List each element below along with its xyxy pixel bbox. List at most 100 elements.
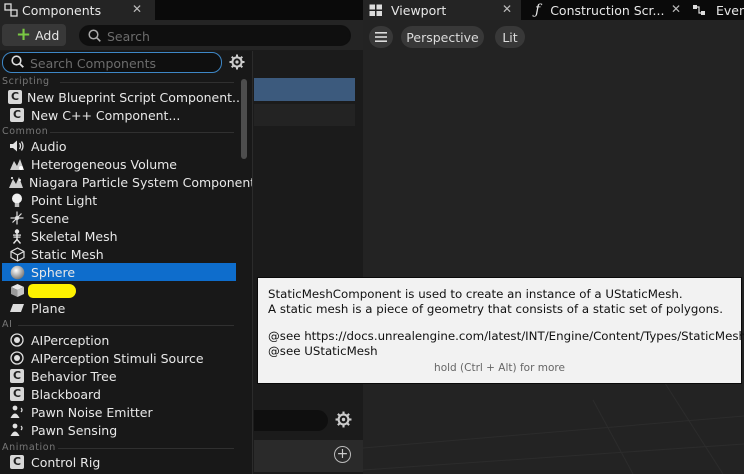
list-item-aiperception-stimuli[interactable]: AIPerception Stimuli Source: [2, 349, 236, 367]
pawn-icon: [8, 404, 26, 420]
list-item-scene[interactable]: Scene: [2, 209, 236, 227]
list-item-label: Audio: [31, 138, 67, 154]
lightbulb-icon: [8, 192, 26, 208]
tab-viewport-label: Viewport: [391, 2, 447, 18]
redaction-highlight: [28, 284, 76, 298]
c-class-icon: C: [8, 386, 26, 402]
section-header-animation: Animation: [2, 442, 56, 453]
list-item-label: Static Mesh: [31, 246, 104, 262]
list-item-aiperception[interactable]: AIPerception: [2, 331, 236, 349]
add-component-dropdown: Scripting C New Blueprint Script Compone…: [0, 51, 253, 474]
list-item-blackboard[interactable]: C Blackboard: [2, 385, 236, 403]
components-search-box[interactable]: [79, 25, 351, 46]
component-search-box[interactable]: [2, 52, 230, 73]
list-item-label: Scene: [31, 210, 70, 226]
scrollbar-thumb[interactable]: [241, 79, 247, 159]
list-item-heterogeneous-volume[interactable]: Heterogeneous Volume: [2, 155, 236, 173]
add-button-label: Add: [35, 27, 60, 43]
skeleton-icon: [8, 228, 26, 244]
list-item-plane[interactable]: Plane: [2, 299, 236, 317]
list-item-pawn-noise-emitter[interactable]: Pawn Noise Emitter: [2, 403, 236, 421]
details-search-box[interactable]: [254, 410, 328, 431]
cube-icon: [8, 282, 26, 298]
viewport-area[interactable]: Perspective Lit: [363, 20, 744, 474]
plus-icon: +: [16, 24, 32, 45]
gear-icon[interactable]: [229, 54, 245, 70]
close-icon[interactable]: ✕: [132, 2, 142, 16]
list-item-label: Pawn Sensing: [31, 422, 118, 438]
list-item-new-cpp-component[interactable]: C New C++ Component...: [2, 106, 236, 124]
c-class-icon: C: [8, 368, 26, 384]
component-search-input[interactable]: [30, 54, 230, 72]
c-class-icon: C: [8, 454, 26, 470]
section-header-ai: AI: [2, 319, 13, 330]
list-item-label: New C++ Component...: [31, 107, 181, 123]
list-item-label: AIPerception Stimuli Source: [31, 350, 204, 366]
sphere-icon: [8, 264, 26, 280]
tooltip-line: @see https://docs.unrealengine.com/lates…: [268, 329, 744, 343]
list-item-label: Plane: [31, 300, 66, 316]
perspective-button[interactable]: Perspective: [401, 26, 484, 48]
tab-construction-label: Construction Scr...: [550, 2, 665, 18]
list-item-label: Point Light: [31, 192, 98, 208]
perception-icon: [8, 332, 26, 348]
scene-icon: [8, 210, 26, 226]
gear-icon[interactable]: [335, 411, 352, 428]
tooltip-line: @see UStaticMesh: [268, 344, 378, 358]
add-circle-icon[interactable]: +: [334, 446, 351, 463]
tooltip-line: A static mesh is a piece of geometry tha…: [268, 302, 723, 316]
speaker-icon: [8, 138, 26, 154]
lit-label: Lit: [502, 29, 518, 45]
list-item-niagara[interactable]: Niagara Particle System Component: [2, 173, 252, 191]
pawn-icon: [8, 422, 26, 438]
section-header-common: Common: [2, 126, 49, 137]
perspective-label: Perspective: [406, 29, 479, 45]
c-class-icon: C: [8, 89, 22, 105]
list-item-sphere[interactable]: Sphere: [2, 263, 236, 281]
tooltip-hint: hold (Ctrl + Alt) for more: [434, 362, 565, 374]
list-item-static-mesh[interactable]: Static Mesh: [2, 245, 236, 263]
list-item-skeletal-mesh[interactable]: Skeletal Mesh: [2, 227, 236, 245]
niagara-icon: [8, 174, 24, 190]
lit-button[interactable]: Lit: [495, 26, 525, 48]
tab-event-label: Even: [716, 2, 744, 18]
components-tab-icon: [4, 3, 18, 17]
volume-icon: [8, 156, 26, 172]
list-item-point-light[interactable]: Point Light: [2, 191, 236, 209]
list-item-behavior-tree[interactable]: C Behavior Tree: [2, 367, 236, 385]
tab-event-graph[interactable]: Even: [685, 0, 744, 20]
list-item-audio[interactable]: Audio: [2, 137, 236, 155]
close-icon[interactable]: ✕: [502, 2, 512, 16]
add-component-button[interactable]: + Add: [2, 24, 66, 46]
divider: [50, 132, 234, 133]
tree-row-selected[interactable]: [254, 78, 355, 101]
components-search-input[interactable]: [107, 27, 307, 45]
tree-row[interactable]: [254, 104, 355, 126]
divider: [60, 82, 234, 83]
components-toolbar: + Add: [0, 20, 363, 50]
list-item-control-rig[interactable]: C Control Rig: [2, 453, 236, 471]
perception-icon: [8, 350, 26, 366]
tooltip-line: StaticMeshComponent is used to create an…: [268, 287, 683, 301]
tab-viewport[interactable]: Viewport ✕: [363, 0, 521, 20]
plane-icon: [8, 300, 26, 316]
left-tab-bar: Components ✕: [0, 0, 363, 20]
viewport-grid: [363, 379, 744, 474]
list-item-pawn-sensing[interactable]: Pawn Sensing: [2, 421, 236, 439]
close-icon[interactable]: ✕: [671, 2, 681, 16]
list-item-new-blueprint-script[interactable]: C New Blueprint Script Component...: [2, 88, 244, 106]
viewport-options-button[interactable]: [369, 26, 393, 48]
list-item-label: Control Rig: [31, 454, 101, 470]
right-tab-bar: Viewport ✕ ƒ Construction Scr... ✕ Even: [363, 0, 744, 20]
function-icon: ƒ: [535, 2, 541, 18]
search-icon: [11, 55, 24, 68]
c-class-icon: C: [8, 107, 26, 123]
list-item-label: Behavior Tree: [31, 368, 117, 384]
tab-components[interactable]: Components ✕: [0, 0, 155, 20]
event-graph-icon: [692, 3, 706, 17]
list-item-label: New Blueprint Script Component...: [27, 89, 244, 105]
list-item-label: AIPerception: [31, 332, 110, 348]
list-item-label: Heterogeneous Volume: [31, 156, 177, 172]
search-icon: [88, 29, 101, 42]
tab-construction-script[interactable]: ƒ Construction Scr... ✕: [523, 0, 681, 20]
